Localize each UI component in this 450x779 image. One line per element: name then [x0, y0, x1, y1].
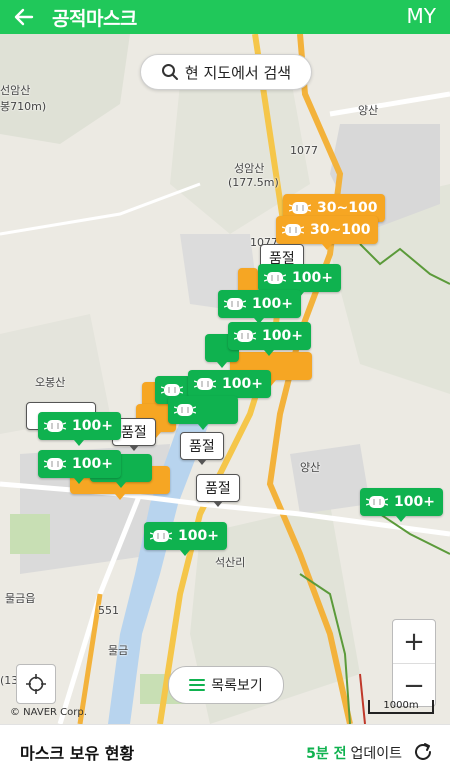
marker-label: 30~100 — [310, 222, 371, 238]
mask-icon — [366, 496, 388, 508]
mask-icon — [264, 272, 286, 284]
store-marker[interactable]: 100+ — [218, 290, 301, 324]
map-label-obongsan: 오봉산 — [35, 376, 66, 389]
current-location-button[interactable] — [16, 664, 56, 704]
marker-label: 30~100 — [317, 200, 378, 216]
mask-icon — [174, 404, 196, 416]
marker-label: 100+ — [178, 528, 219, 544]
map-copyright: © NAVER Corp. — [10, 707, 87, 718]
update-label: 업데이트 — [350, 746, 402, 762]
map-label-jc-yangsan: 양산 — [300, 461, 321, 474]
map-label-ic-yangsan: 양산 — [358, 104, 379, 117]
marker-label: 100+ — [394, 494, 435, 510]
store-marker[interactable]: 100+ — [258, 264, 341, 298]
search-icon — [161, 63, 179, 81]
mask-icon — [44, 458, 66, 470]
marker-label: 100+ — [292, 270, 333, 286]
store-marker[interactable]: 30~100 — [276, 216, 379, 250]
store-marker[interactable]: 100+ — [38, 412, 121, 446]
map-view[interactable]: 선암산 봉710m) 성암산 (177.5m) 양산 양산 1077 1077 … — [0, 34, 450, 724]
stock-status-bar: 마스크 보유 현황 5분 전 업데이트 — [0, 724, 450, 779]
store-marker-soldout[interactable]: 품절 — [180, 432, 224, 465]
map-label-mulgeumeup: 물금읍 — [5, 592, 36, 605]
store-marker[interactable]: 100+ — [38, 450, 121, 484]
marker-label: 품절 — [121, 425, 147, 441]
store-marker[interactable]: 100+ — [188, 370, 271, 404]
mask-icon — [44, 420, 66, 432]
app-header: 공적마스크 MY — [0, 0, 450, 34]
marker-label: 100+ — [252, 296, 293, 312]
map-label-seonamsan-height: 봉710m) — [0, 100, 47, 113]
map-label-seoksanri: 석산리 — [215, 556, 246, 569]
store-marker[interactable]: 100+ — [144, 522, 227, 556]
mask-icon — [282, 224, 304, 236]
mask-icon — [194, 378, 216, 390]
zoom-control: + − — [392, 619, 436, 707]
marker-label: 100+ — [222, 376, 263, 392]
update-status: 5분 전 업데이트 — [306, 743, 402, 763]
store-marker[interactable] — [168, 396, 238, 430]
update-time: 5분 전 — [306, 746, 347, 762]
search-this-area-label: 현 지도에서 검색 — [184, 63, 292, 82]
mask-icon — [150, 530, 172, 542]
stock-status-title: 마스크 보유 현황 — [20, 744, 135, 763]
map-label-road-1077: 1077 — [290, 144, 318, 157]
mask-icon — [224, 298, 246, 310]
my-button[interactable]: MY — [407, 4, 436, 28]
map-label-road-551: 551 — [98, 604, 119, 617]
refresh-icon[interactable] — [410, 739, 436, 765]
search-this-area-button[interactable]: 현 지도에서 검색 — [140, 54, 312, 90]
map-label-seongamsan-height: (177.5m) — [228, 176, 279, 189]
crosshair-icon — [26, 674, 46, 694]
marker-label: 품절 — [205, 481, 231, 497]
marker-label: 100+ — [72, 418, 113, 434]
marker-label: 100+ — [72, 456, 113, 472]
list-icon — [189, 678, 206, 692]
marker-label: 품절 — [189, 439, 215, 455]
back-arrow-icon[interactable] — [12, 5, 36, 29]
mask-icon — [289, 202, 311, 214]
store-marker-soldout[interactable]: 품절 — [196, 474, 240, 507]
marker-label: 100+ — [262, 328, 303, 344]
store-marker[interactable]: 100+ — [228, 322, 311, 356]
store-marker[interactable]: 100+ — [360, 488, 443, 522]
map-label-seongamsan: 성암산 — [234, 162, 265, 175]
page-title: 공적마스크 — [52, 7, 137, 30]
map-label-seonamsan: 선암산 — [0, 84, 31, 97]
map-scale: 1000m — [368, 700, 434, 714]
list-view-button[interactable]: 목록보기 — [168, 666, 284, 704]
mask-icon — [161, 384, 183, 396]
mask-icon — [234, 330, 256, 342]
map-label-ic-mulgeum: 물금 — [108, 644, 129, 657]
list-view-label: 목록보기 — [211, 678, 263, 694]
zoom-in-button[interactable]: + — [393, 620, 435, 664]
